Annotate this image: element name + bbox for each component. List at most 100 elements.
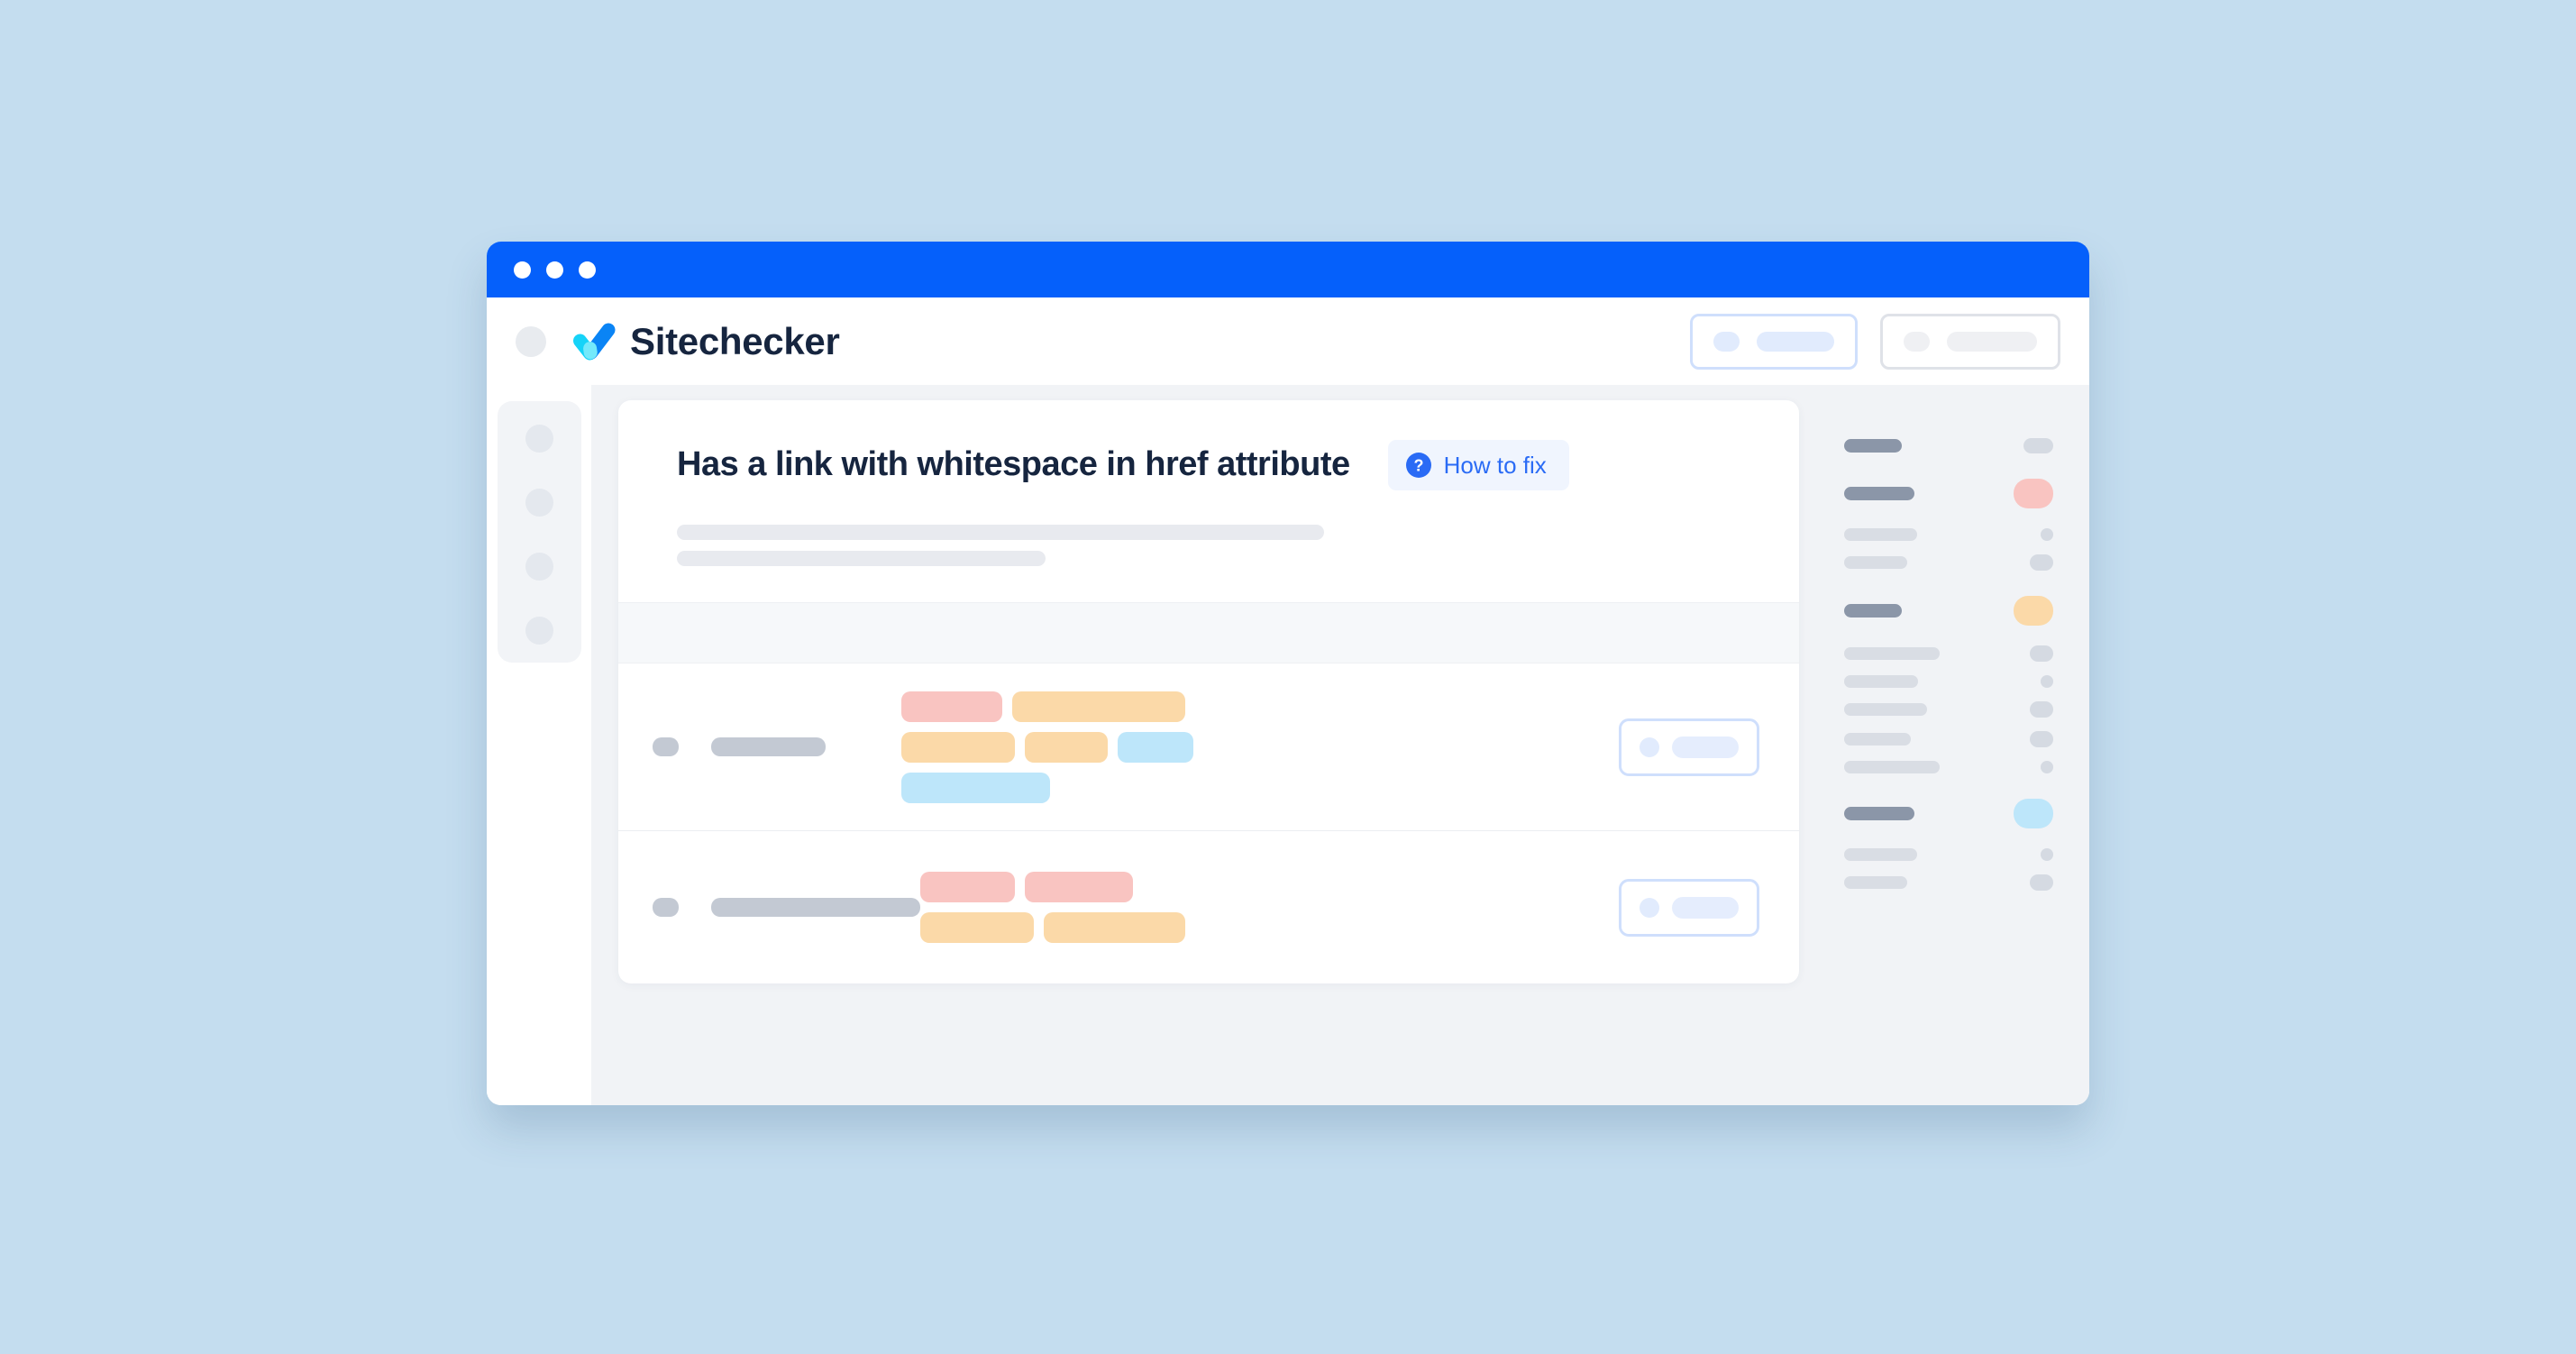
sidebar-list-item[interactable] <box>1844 848 2053 861</box>
issue-card: Has a link with whitespace in href attri… <box>618 400 1799 983</box>
how-to-fix-button[interactable]: ? How to fix <box>1387 440 1569 490</box>
sidebar-group-2 <box>1844 479 2053 571</box>
sidebar-item-label-placeholder <box>1844 675 1918 688</box>
table-header-row <box>618 602 1799 663</box>
title-row: Has a link with whitespace in href attri… <box>677 440 1754 490</box>
row-checkbox[interactable] <box>653 737 679 756</box>
header-actions <box>1690 313 2060 370</box>
sidebar-list-item[interactable] <box>1844 528 2053 541</box>
tag-line <box>901 772 1619 803</box>
status-badge-blue <box>2014 799 2053 828</box>
rail-item-1-circle-placeholder-icon[interactable] <box>525 425 553 453</box>
sidebar-item-label-placeholder <box>1844 733 1911 746</box>
sidebar-list-item[interactable] <box>1844 554 2053 571</box>
table-row[interactable] <box>618 663 1799 830</box>
page-title: Has a link with whitespace in href attri… <box>677 445 1350 484</box>
tag-pink <box>1025 872 1133 902</box>
sidebar-group-label-placeholder <box>1844 487 1914 500</box>
sidebar-item-count-dot <box>2030 645 2053 662</box>
sidebar-item-count-dot <box>2041 761 2053 773</box>
tag-line <box>920 912 1619 943</box>
tag-pink <box>920 872 1015 902</box>
row-action-button[interactable] <box>1619 878 1759 937</box>
sitechecker-checkmark-logo-icon <box>573 323 616 360</box>
sidebar-item-label-placeholder <box>1844 647 1940 660</box>
tag-line <box>920 872 1619 902</box>
sidebar-group-header[interactable] <box>1844 479 2053 508</box>
sidebar-list-item[interactable] <box>1844 731 2053 747</box>
tag-orange <box>1025 731 1108 763</box>
brand[interactable]: Sitechecker <box>572 321 840 362</box>
window-titlebar <box>487 242 2089 297</box>
placeholder-chip-icon <box>1713 331 1740 352</box>
sidebar-list-item[interactable] <box>1844 874 2053 891</box>
tag-orange <box>1044 912 1185 943</box>
rail-item-2-circle-placeholder-icon[interactable] <box>525 489 553 517</box>
header-action-secondary[interactable] <box>1880 313 2060 370</box>
header-action-primary[interactable] <box>1690 313 1858 370</box>
row-tag-group <box>920 872 1619 943</box>
sidebar-item-count-dot <box>2030 554 2053 571</box>
sidebar-list-item[interactable] <box>1844 761 2053 773</box>
sidebar-item-count-dot <box>2041 675 2053 688</box>
sidebar-group-header[interactable] <box>1844 799 2053 828</box>
sidebar-group-label-placeholder <box>1844 604 1902 618</box>
sidebar-group-header[interactable] <box>1844 596 2053 626</box>
sidebar-group-1 <box>1844 438 2053 453</box>
description-line-1 <box>677 525 1324 540</box>
tag-blue <box>901 772 1050 803</box>
sidebar-item-label-placeholder <box>1844 876 1907 889</box>
left-navigation-rail <box>487 385 591 1105</box>
sidebar-group-3 <box>1844 596 2053 773</box>
window-dot-maximize[interactable] <box>579 261 596 279</box>
sidebar-item-label-placeholder <box>1844 528 1917 541</box>
rail-card <box>497 401 581 663</box>
row-identity <box>653 737 826 756</box>
brand-name: Sitechecker <box>630 319 840 362</box>
status-badge-pink <box>2014 479 2053 508</box>
tag-blue <box>1118 731 1193 763</box>
sidebar-group-4 <box>1844 799 2053 891</box>
placeholder-label <box>1757 331 1834 352</box>
sidebar-item-label-placeholder <box>1844 556 1907 569</box>
main-content: Has a link with whitespace in href attri… <box>591 400 1819 1105</box>
status-badge-orange <box>2014 596 2053 626</box>
sidebar-list-item[interactable] <box>1844 701 2053 718</box>
placeholder-chip-icon <box>1640 736 1659 757</box>
issue-card-header: Has a link with whitespace in href attri… <box>618 400 1799 602</box>
window-dot-minimize[interactable] <box>546 261 563 279</box>
sidebar-group-header[interactable] <box>1844 438 2053 453</box>
window-body: Has a link with whitespace in href attri… <box>487 385 2089 1105</box>
row-label-placeholder <box>711 898 920 917</box>
tag-orange <box>901 731 1015 763</box>
how-to-fix-label: How to fix <box>1443 452 1547 479</box>
status-badge-gray <box>2023 438 2053 453</box>
sidebar-group-label-placeholder <box>1844 439 1902 453</box>
svg-text:?: ? <box>1413 457 1423 475</box>
row-checkbox[interactable] <box>653 898 679 917</box>
tag-orange <box>920 912 1034 943</box>
sidebar-list-item[interactable] <box>1844 675 2053 688</box>
tag-line <box>901 691 1619 722</box>
sidebar-item-count-dot <box>2030 731 2053 747</box>
description-placeholder <box>677 525 1754 566</box>
placeholder-label <box>1947 331 2037 352</box>
tag-pink <box>901 691 1002 722</box>
row-identity <box>653 898 920 917</box>
sidebar-item-label-placeholder <box>1844 761 1940 773</box>
row-action-button[interactable] <box>1619 718 1759 776</box>
window-dot-close[interactable] <box>514 261 531 279</box>
sidebar-item-count-dot <box>2030 701 2053 718</box>
avatar[interactable] <box>516 325 546 357</box>
rail-item-4-circle-placeholder-icon[interactable] <box>525 617 553 645</box>
row-tag-group <box>901 691 1619 803</box>
sidebar-list-item[interactable] <box>1844 645 2053 662</box>
sidebar-item-label-placeholder <box>1844 703 1927 716</box>
description-line-2 <box>677 551 1046 566</box>
table-row[interactable] <box>618 830 1799 983</box>
placeholder-label <box>1672 736 1739 758</box>
content-stage: Has a link with whitespace in href attri… <box>591 385 2089 1105</box>
placeholder-chip-icon <box>1904 331 1930 352</box>
rail-item-3-circle-placeholder-icon[interactable] <box>525 553 553 581</box>
sidebar-group-label-placeholder <box>1844 807 1914 820</box>
